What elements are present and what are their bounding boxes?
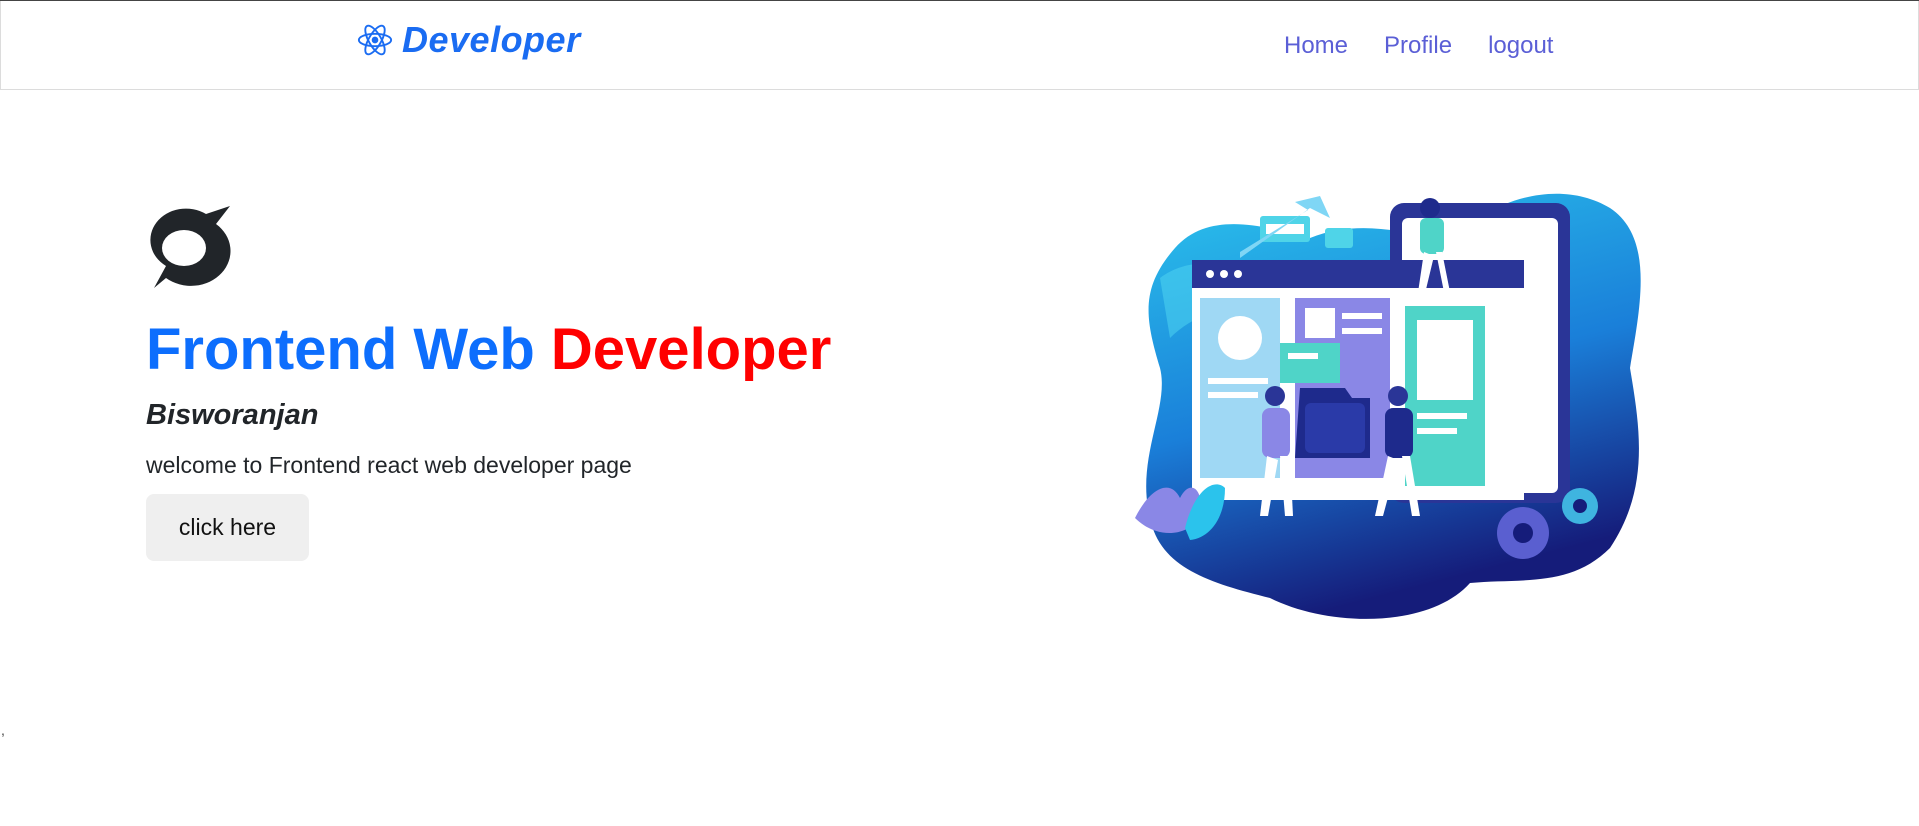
brand-link[interactable]: Developer bbox=[356, 19, 581, 61]
navbar: Developer Home Profile logout bbox=[0, 1, 1919, 90]
hero-description: welcome to Frontend react web developer … bbox=[146, 452, 632, 478]
brand-name: Developer bbox=[402, 19, 581, 60]
web-developer-team-illustration bbox=[1135, 193, 1641, 619]
click-here-button[interactable]: click here bbox=[146, 494, 309, 561]
nav-profile-link[interactable]: Profile bbox=[1384, 32, 1452, 60]
hero-title-red: Developer bbox=[550, 317, 832, 382]
nav-links: Home Profile logout bbox=[1284, 32, 1589, 60]
stray-comma: , bbox=[1, 722, 5, 738]
speech-bubble-mark-icon bbox=[150, 206, 231, 288]
nav-logout-link[interactable]: logout bbox=[1488, 32, 1553, 60]
react-atom-icon bbox=[357, 24, 393, 56]
hero-name: Bisworanjan bbox=[146, 399, 319, 431]
hero-title: Frontend Web Developer bbox=[146, 318, 831, 382]
nav-home-link[interactable]: Home bbox=[1284, 32, 1348, 60]
hero-title-blue: Frontend Web bbox=[146, 317, 535, 382]
